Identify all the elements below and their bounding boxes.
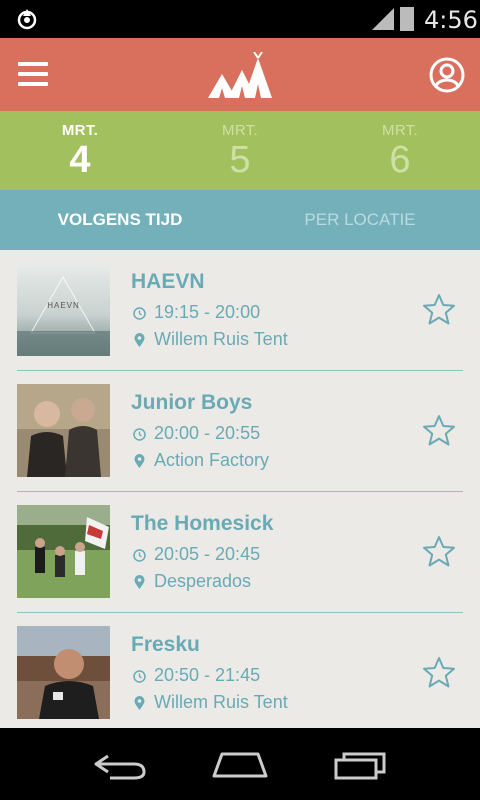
time-info: 20:50 - 21:45: [133, 665, 260, 686]
list-item[interactable]: Fresku 20:50 - 21:45 Willem Ruis Tent: [0, 613, 480, 728]
band-thumbnail: [17, 505, 110, 598]
list-item[interactable]: The Homesick 20:05 - 20:45 Desperados: [0, 492, 480, 613]
day-tab-2[interactable]: MRT. 5: [160, 111, 320, 190]
location-text: Action Factory: [154, 450, 270, 470]
day-number: 6: [389, 139, 411, 181]
star-icon[interactable]: [422, 293, 456, 327]
clock-icon: [133, 670, 146, 683]
time-info: 19:15 - 20:00: [133, 302, 260, 323]
time-text: 20:05 - 20:45: [154, 544, 261, 564]
band-thumbnail: HAEVN: [17, 263, 110, 356]
home-icon[interactable]: [210, 748, 270, 782]
band-name: HAEVN: [131, 270, 205, 293]
star-icon[interactable]: [422, 535, 456, 569]
location-info: Action Factory: [133, 450, 269, 471]
clock-icon: [133, 549, 146, 562]
location-text: Willem Ruis Tent: [154, 329, 288, 349]
band-thumbnail: [17, 626, 110, 719]
day-month: MRT.: [222, 122, 258, 139]
recent-apps-icon[interactable]: [330, 748, 390, 782]
thumbnail-caption: HAEVN: [47, 301, 80, 310]
map-pin-icon: [134, 453, 145, 468]
day-selector: MRT. 4 MRT. 5 MRT. 6: [0, 111, 480, 190]
day-tab-3[interactable]: MRT. 6: [320, 111, 480, 190]
day-tab-1[interactable]: MRT. 4: [0, 111, 160, 190]
location-text: Desperados: [154, 571, 252, 591]
battery-icon: [400, 7, 414, 31]
time-text: 19:15 - 20:00: [154, 302, 261, 322]
status-bar: 4:56: [0, 0, 480, 38]
star-icon[interactable]: [422, 656, 456, 690]
time-info: 20:00 - 20:55: [133, 423, 260, 444]
back-icon[interactable]: [90, 748, 150, 782]
band-name: Junior Boys: [131, 391, 253, 414]
tab-by-time[interactable]: VOLGENS TIJD: [0, 190, 240, 250]
band-name: The Homesick: [131, 512, 274, 535]
location-info: Willem Ruis Tent: [133, 329, 288, 350]
day-number: 4: [69, 139, 91, 181]
app-header: [0, 38, 480, 111]
location-drop-icon: [17, 9, 37, 30]
user-profile-icon[interactable]: [429, 57, 465, 93]
band-name: Fresku: [131, 633, 200, 656]
list-item[interactable]: Junior Boys 20:00 - 20:55 Action Factory: [0, 371, 480, 492]
sort-tabs: VOLGENS TIJD PER LOCATIE: [0, 190, 480, 250]
star-icon[interactable]: [422, 414, 456, 448]
location-text: Willem Ruis Tent: [154, 692, 288, 712]
day-month: MRT.: [61, 122, 99, 139]
time-info: 20:05 - 20:45: [133, 544, 260, 565]
performance-list: HAEVN HAEVN 19:15 - 20:00 Willem Ruis Te…: [0, 250, 480, 728]
map-pin-icon: [134, 332, 145, 347]
clock-icon: [133, 307, 146, 320]
tab-by-location[interactable]: PER LOCATIE: [240, 190, 480, 250]
clock-icon: [133, 428, 146, 441]
time-text: 20:00 - 20:55: [154, 423, 261, 443]
location-info: Willem Ruis Tent: [133, 692, 288, 713]
map-pin-icon: [134, 574, 145, 589]
status-time: 4:56: [424, 6, 478, 34]
tents-logo-icon: [208, 52, 272, 98]
hamburger-menu-icon[interactable]: [18, 62, 48, 86]
signal-icon: [372, 8, 394, 30]
map-pin-icon: [134, 695, 145, 710]
time-text: 20:50 - 21:45: [154, 665, 261, 685]
location-info: Desperados: [133, 571, 251, 592]
band-thumbnail: [17, 384, 110, 477]
list-item[interactable]: HAEVN HAEVN 19:15 - 20:00 Willem Ruis Te…: [0, 250, 480, 371]
day-month: MRT.: [382, 122, 418, 139]
navigation-bar: [0, 728, 480, 800]
day-number: 5: [229, 139, 251, 181]
